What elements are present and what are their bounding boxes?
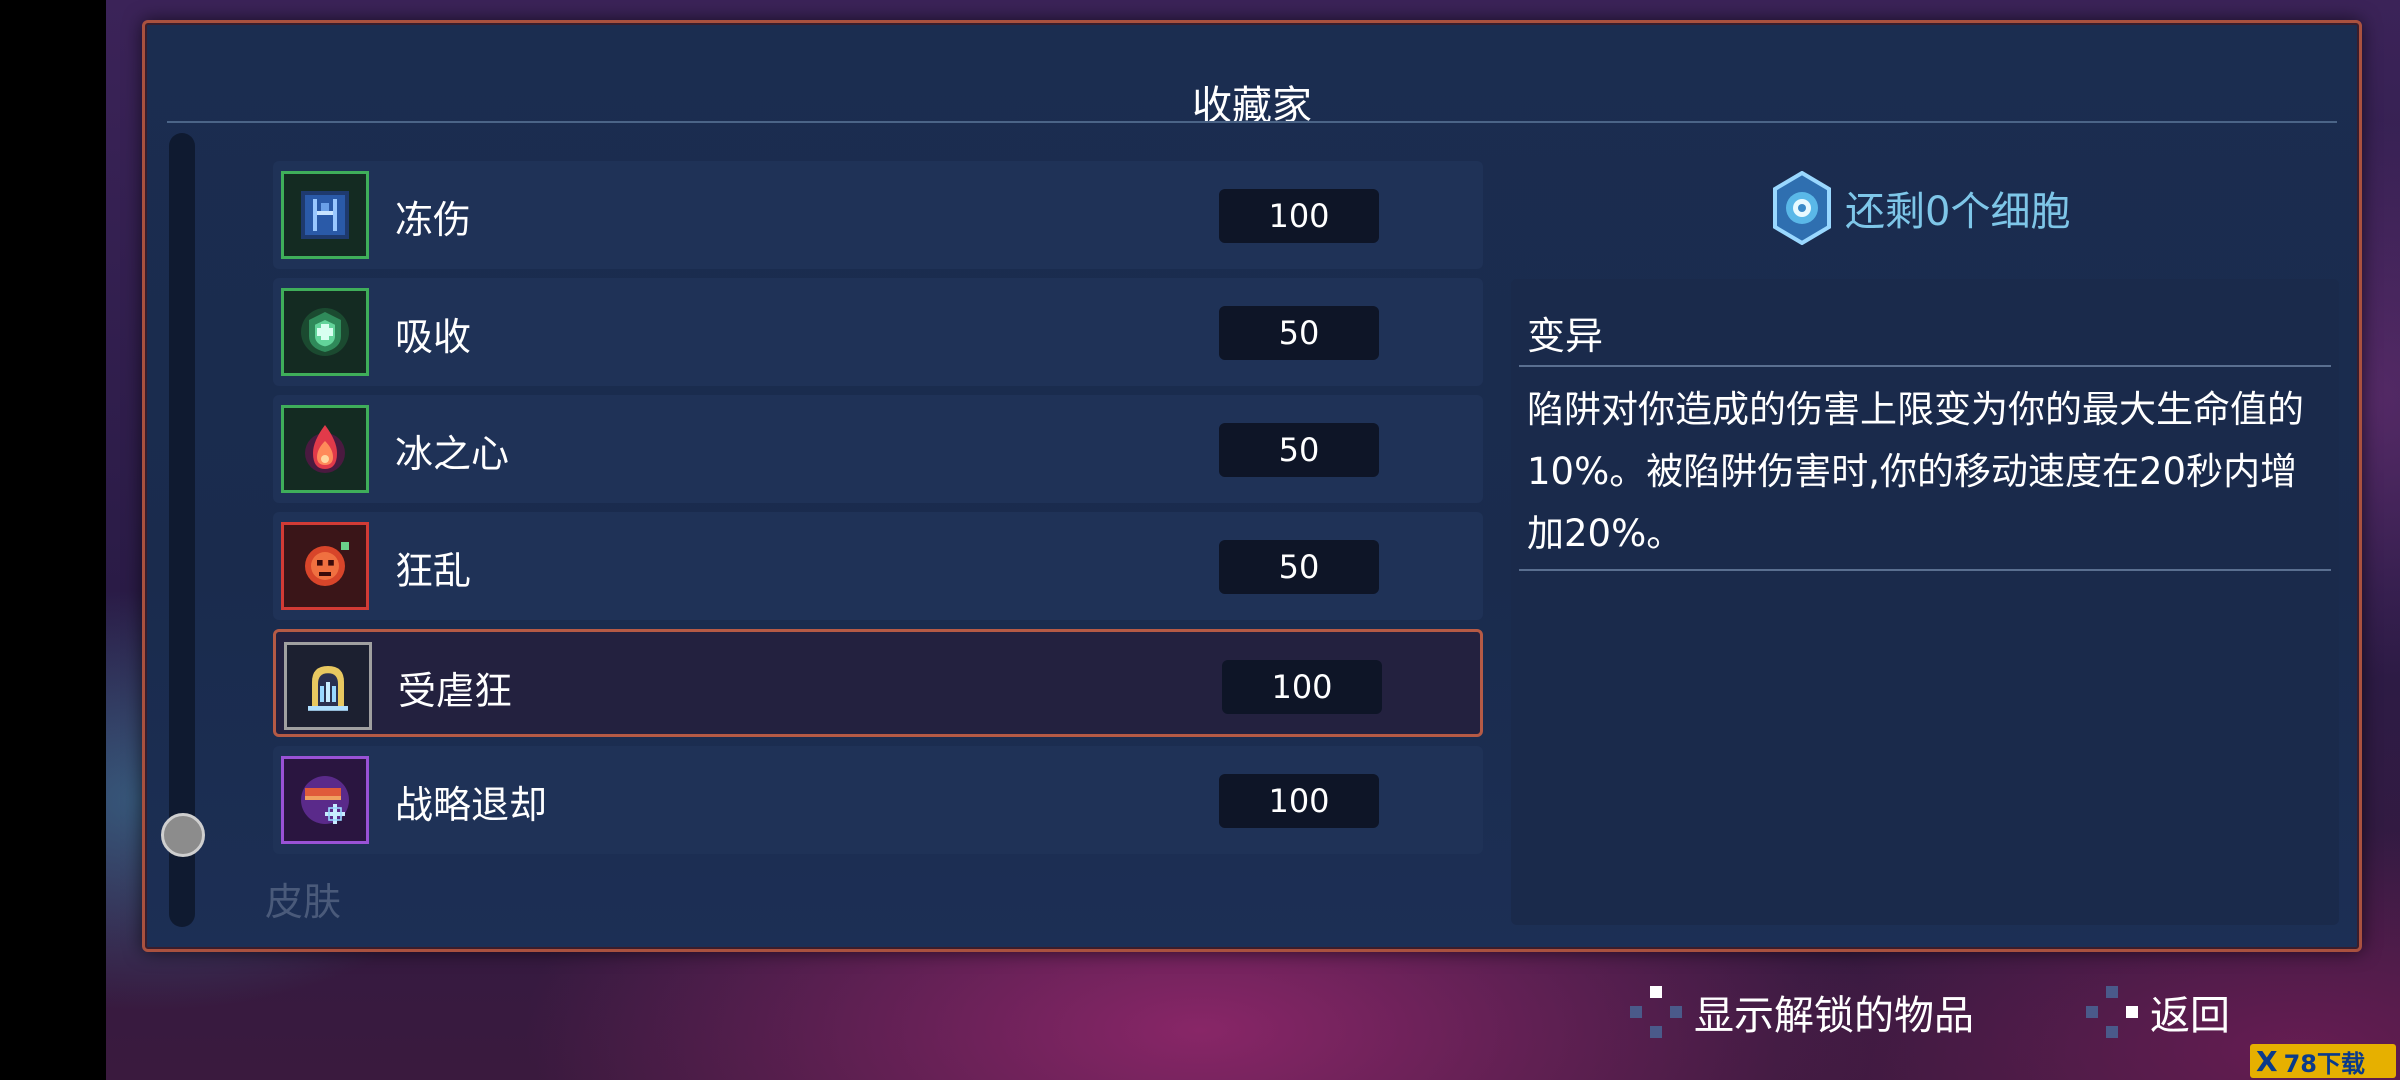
back-label: 返回 — [2150, 993, 2230, 1039]
item-name: 吸收 — [395, 315, 472, 359]
item-name: 冻伤 — [395, 198, 472, 242]
cells-remaining-text: 还剩0个细胞 — [1845, 189, 2071, 235]
item-cost: 50 — [1219, 306, 1379, 360]
item-cost: 100 — [1219, 774, 1379, 828]
show-unlocked-button[interactable]: 显示解锁的物品 — [1630, 984, 1974, 1040]
mutation-list: 冻伤 100 吸收 50 冰之心 50 狂乱 50 受虐狂 100 战略退却 1… — [273, 161, 1483, 863]
detail-title: 变异 — [1527, 314, 1604, 358]
list-item-masochist[interactable]: 受虐狂 100 — [273, 629, 1483, 737]
ice-heart-flame-icon — [281, 405, 369, 493]
scrollbar-track[interactable] — [169, 133, 195, 927]
cell-icon — [1773, 171, 1831, 245]
item-cost: 100 — [1219, 189, 1379, 243]
list-item-tactical-retreat[interactable]: 战略退却 100 — [273, 746, 1483, 854]
scrollbar-thumb[interactable] — [161, 813, 205, 857]
list-item-absorb[interactable]: 吸收 50 — [273, 278, 1483, 386]
frostbite-icon — [281, 171, 369, 259]
item-cost: 50 — [1219, 540, 1379, 594]
item-name: 战略退却 — [395, 783, 548, 827]
item-cost: 50 — [1219, 423, 1379, 477]
dpad-icon — [1630, 986, 1682, 1038]
absorb-shield-icon — [281, 288, 369, 376]
watermark-text: 78下载 — [2283, 1049, 2365, 1078]
title-divider — [167, 121, 2337, 123]
item-name: 冰之心 — [395, 432, 510, 476]
collector-panel: 收藏家 冻伤 100 吸收 50 冰之心 50 狂乱 50 受虐狂 100 战略… — [142, 20, 2362, 952]
item-name: 狂乱 — [395, 549, 472, 593]
tactical-retreat-icon — [281, 756, 369, 844]
list-item-frenzy[interactable]: 狂乱 50 — [273, 512, 1483, 620]
detail-bottom-divider — [1519, 569, 2331, 571]
list-item-frostbite[interactable]: 冻伤 100 — [273, 161, 1483, 269]
detail-description: 陷阱对你造成的伤害上限变为你的最大生命值的10%。被陷阱伤害时,你的移动速度在2… — [1527, 388, 2304, 555]
back-button[interactable]: 返回 — [2086, 984, 2230, 1040]
item-name: 受虐狂 — [398, 669, 513, 713]
masochist-icon — [284, 642, 372, 730]
cells-remaining: 还剩0个细胞 — [1769, 169, 2070, 247]
watermark-logo: X — [2256, 1044, 2278, 1078]
show-unlocked-label: 显示解锁的物品 — [1694, 993, 1974, 1039]
list-item-ice-heart[interactable]: 冰之心 50 — [273, 395, 1483, 503]
frenzy-icon — [281, 522, 369, 610]
detail-panel: 变异 陷阱对你造成的伤害上限变为你的最大生命值的10%。被陷阱伤害时,你的移动速… — [1511, 279, 2339, 925]
dpad-icon — [2086, 986, 2138, 1038]
item-cost: 100 — [1222, 660, 1382, 714]
detail-title-divider — [1519, 365, 2331, 367]
section-header-skins: 皮肤 — [265, 880, 342, 924]
letterbox-bar — [0, 0, 106, 1080]
site-watermark: X 78下载 — [2250, 1044, 2396, 1078]
